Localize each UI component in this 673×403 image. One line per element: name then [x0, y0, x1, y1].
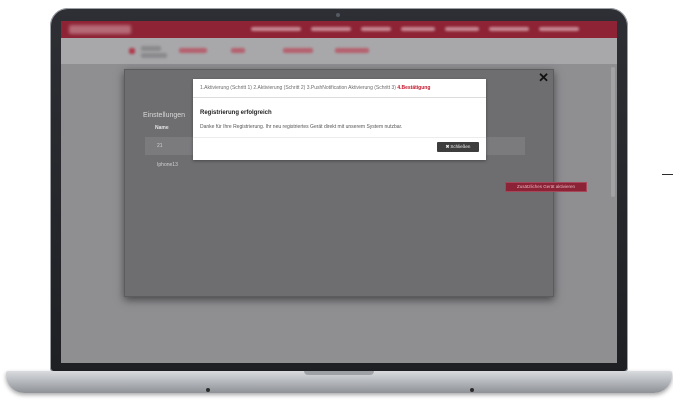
- close-button-label: Schließen: [450, 144, 471, 149]
- laptop-base: [6, 371, 672, 393]
- wizard-step-4: 4.Bestätigung: [397, 85, 431, 91]
- subnav-icon: [129, 48, 135, 54]
- confirmation-modal: 1.Aktivierung (Schritt 1) 2.Aktivierung …: [193, 79, 486, 160]
- modal-title: Registrierung erfolgreich: [200, 110, 272, 116]
- side-line: [662, 174, 673, 175]
- header-link: [489, 27, 529, 31]
- header-link: [251, 27, 301, 31]
- divider: [193, 97, 486, 98]
- laptop-foot: [206, 388, 210, 392]
- add-device-button[interactable]: Zusätzliches Gerät aktivieren: [505, 182, 587, 192]
- settings-heading: Einstellungen: [143, 112, 186, 119]
- subnav-item: [283, 48, 313, 53]
- table-header-name: Name: [155, 125, 169, 131]
- subnav-item: [231, 48, 245, 53]
- wizard-step-2: 2.Aktivierung (Schritt 2): [253, 85, 306, 91]
- page-scrollbar[interactable]: [611, 67, 615, 197]
- close-button[interactable]: ✖Schließen: [437, 142, 479, 152]
- hinge-notch: [304, 371, 374, 375]
- device-name: 21: [157, 143, 163, 149]
- app-header: [61, 21, 617, 38]
- header-link: [311, 27, 351, 31]
- header-link: [539, 27, 579, 31]
- laptop-frame: ✕ Einstellungen Name 21 Iphone13 Zusätzl…: [0, 0, 673, 403]
- screen: ✕ Einstellungen Name 21 Iphone13 Zusätzl…: [61, 21, 617, 363]
- wizard-steps: 1.Aktivierung (Schritt 1) 2.Aktivierung …: [200, 85, 482, 91]
- header-link: [361, 27, 391, 31]
- subnav-item: [179, 48, 207, 53]
- camera-dot: [336, 13, 340, 17]
- app-logo: [69, 25, 131, 34]
- close-icon: ✖: [445, 144, 450, 149]
- subnav-item: [141, 46, 161, 51]
- wizard-step-3: 3.PushNotification Aktivierung (Schritt …: [306, 85, 396, 91]
- modal-message: Danke für Ihre Registrierung. Ihr neu re…: [200, 124, 403, 130]
- app-subnav: [61, 38, 617, 64]
- subnav-item: [141, 53, 167, 58]
- device-name: Iphone13: [157, 162, 178, 168]
- divider: [193, 137, 486, 138]
- header-link: [445, 27, 479, 31]
- subnav-item: [335, 48, 369, 53]
- dialog-close-icon[interactable]: ✕: [538, 71, 549, 84]
- wizard-step-1: 1.Aktivierung (Schritt 1): [200, 85, 252, 91]
- laptop-foot: [470, 388, 474, 392]
- header-link: [401, 27, 435, 31]
